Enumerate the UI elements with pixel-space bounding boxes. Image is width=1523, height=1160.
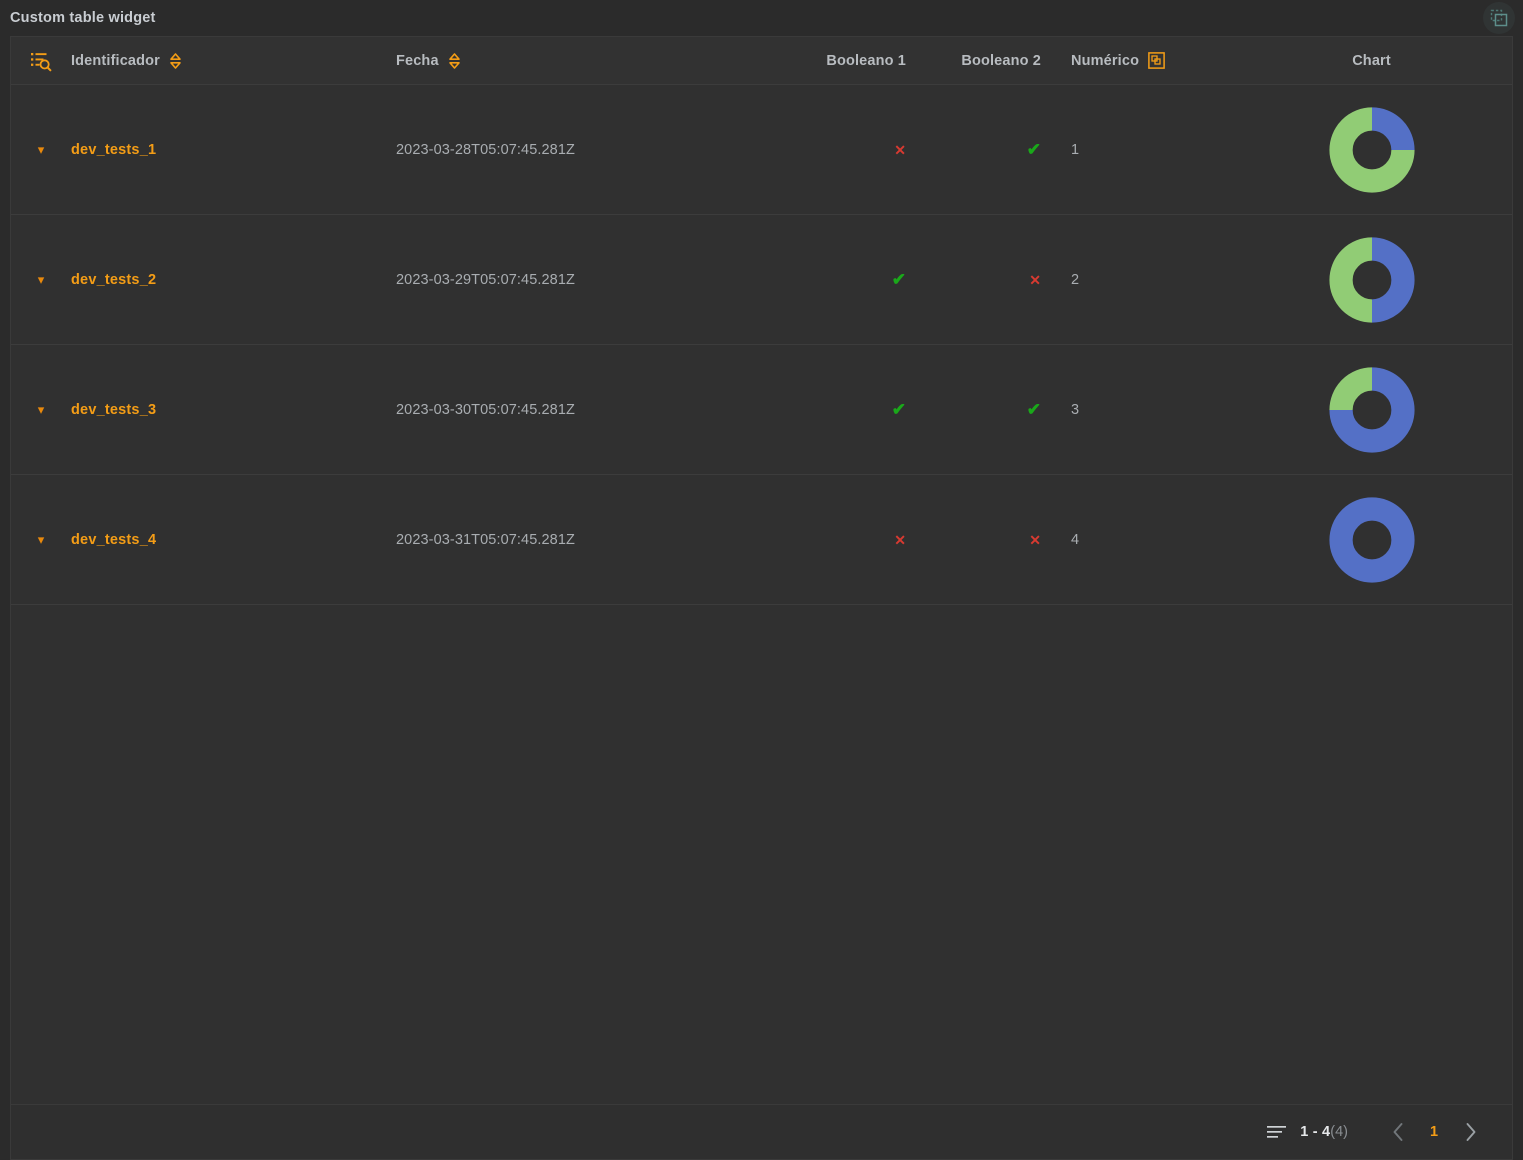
table-header-row: Identificador Fecha Booleano 1 Booleano … [11, 37, 1512, 85]
row-chart-cell [1231, 106, 1512, 193]
column-header-chart-label: Chart [1352, 52, 1391, 69]
boolean-false-icon: ✕ [1029, 271, 1041, 288]
pagination-next-button[interactable] [1450, 1112, 1490, 1152]
chevron-down-icon[interactable]: ▾ [38, 403, 45, 416]
row-boolean1-cell: ✔ [776, 271, 906, 288]
row-identifier-cell: dev_tests_3 [71, 402, 396, 418]
row-boolean2-cell: ✕ [906, 273, 1041, 287]
table-body: ▾ dev_tests_1 2023-03-28T05:07:45.281Z ✕… [11, 85, 1512, 1104]
row-date-value: 2023-03-30T05:07:45.281Z [396, 401, 575, 418]
boolean-false-icon: ✕ [894, 531, 906, 548]
row-chart-cell [1231, 496, 1512, 583]
page-title: Custom table widget [10, 10, 156, 26]
chevron-right-icon [1466, 1123, 1475, 1141]
row-date-cell: 2023-03-30T05:07:45.281Z [396, 402, 776, 418]
row-expand-cell[interactable]: ▾ [11, 533, 71, 546]
sort-icon[interactable] [169, 52, 182, 70]
column-header-booleano-1: Booleano 1 [776, 53, 906, 69]
pagination-prev-button[interactable] [1378, 1112, 1418, 1152]
row-identifier-link[interactable]: dev_tests_2 [71, 272, 156, 288]
row-numeric-value: 2 [1071, 271, 1080, 288]
donut-chart [1328, 106, 1415, 193]
chevron-updown-icon [170, 52, 181, 69]
chevron-down-icon[interactable]: ▾ [38, 273, 45, 286]
table-footer: 1 - 4 (4) 1 [10, 1104, 1513, 1160]
donut-chart [1328, 366, 1415, 453]
table-row[interactable]: ▾ dev_tests_3 2023-03-30T05:07:45.281Z ✔… [11, 345, 1512, 475]
row-numeric-value: 1 [1071, 141, 1080, 158]
row-numeric-cell: 4 [1041, 532, 1231, 548]
column-header-identificador[interactable]: Identificador [71, 52, 396, 70]
column-header-fecha[interactable]: Fecha [396, 52, 776, 70]
row-expand-cell[interactable]: ▾ [11, 143, 71, 156]
duplicate-widget-button[interactable] [1483, 2, 1515, 34]
row-identifier-cell: dev_tests_4 [71, 532, 396, 548]
table-row[interactable]: ▾ dev_tests_1 2023-03-28T05:07:45.281Z ✕… [11, 85, 1512, 215]
row-identifier-cell: dev_tests_1 [71, 142, 396, 158]
boolean-true-icon: ✔ [1026, 400, 1041, 419]
donut-chart [1328, 496, 1415, 583]
row-chart-cell [1231, 366, 1512, 453]
custom-table-widget: Custom table widget Identificador Fecha … [0, 0, 1523, 1160]
row-numeric-cell: 1 [1041, 142, 1231, 158]
copy-duplicate-icon [1490, 9, 1508, 27]
chevron-left-icon [1393, 1123, 1402, 1141]
pagination-page-1[interactable]: 1 [1418, 1124, 1450, 1140]
row-date-value: 2023-03-31T05:07:45.281Z [396, 531, 575, 548]
sort-icon[interactable] [448, 52, 461, 70]
pagination-range: 1 - 4 [1300, 1124, 1331, 1140]
row-boolean1-cell: ✔ [776, 401, 906, 418]
column-header-booleano-2: Booleano 2 [906, 53, 1041, 69]
boolean-true-icon: ✔ [1026, 140, 1041, 159]
data-table: Identificador Fecha Booleano 1 Booleano … [10, 36, 1513, 1104]
row-date-value: 2023-03-29T05:07:45.281Z [396, 271, 575, 288]
row-identifier-link[interactable]: dev_tests_1 [71, 142, 156, 158]
row-boolean2-cell: ✕ [906, 533, 1041, 547]
column-header-identificador-label: Identificador [71, 52, 160, 69]
row-numeric-value: 4 [1071, 531, 1080, 548]
pagination-total: (4) [1330, 1124, 1348, 1140]
row-boolean2-cell: ✔ [906, 141, 1041, 158]
row-chart-cell [1231, 236, 1512, 323]
column-header-numerico: Numérico [1041, 52, 1231, 69]
column-header-booleano-1-label: Booleano 1 [826, 52, 906, 69]
rows-per-page-icon [1267, 1126, 1287, 1138]
list-search-icon [31, 52, 52, 71]
widget-titlebar: Custom table widget [0, 0, 1523, 36]
aggregate-icon [1148, 52, 1165, 69]
row-boolean1-cell: ✕ [776, 533, 906, 547]
chevron-down-icon[interactable]: ▾ [38, 533, 45, 546]
row-numeric-cell: 3 [1041, 402, 1231, 418]
chevron-updown-icon [448, 52, 460, 69]
boolean-false-icon: ✕ [894, 141, 906, 158]
row-numeric-value: 3 [1071, 401, 1080, 418]
table-row[interactable]: ▾ dev_tests_4 2023-03-31T05:07:45.281Z ✕… [11, 475, 1512, 605]
titlebar-actions [1483, 2, 1515, 34]
row-expand-cell[interactable]: ▾ [11, 273, 71, 286]
chevron-down-icon[interactable]: ▾ [38, 143, 45, 156]
column-header-expand[interactable] [11, 50, 71, 72]
row-identifier-link[interactable]: dev_tests_4 [71, 532, 156, 548]
column-header-numerico-label: Numérico [1071, 52, 1140, 69]
column-header-fecha-label: Fecha [396, 52, 439, 69]
row-date-value: 2023-03-28T05:07:45.281Z [396, 141, 575, 158]
row-date-cell: 2023-03-29T05:07:45.281Z [396, 272, 776, 288]
boolean-false-icon: ✕ [1029, 531, 1041, 548]
aggregate-button[interactable] [1148, 52, 1165, 69]
boolean-true-icon: ✔ [891, 400, 906, 419]
row-expand-cell[interactable]: ▾ [11, 403, 71, 416]
row-identifier-link[interactable]: dev_tests_3 [71, 402, 156, 418]
donut-chart [1329, 236, 1414, 323]
row-boolean2-cell: ✔ [906, 401, 1041, 418]
table-row[interactable]: ▾ dev_tests_2 2023-03-29T05:07:45.281Z ✔… [11, 215, 1512, 345]
row-identifier-cell: dev_tests_2 [71, 272, 396, 288]
column-header-booleano-2-label: Booleano 2 [961, 52, 1041, 69]
row-date-cell: 2023-03-28T05:07:45.281Z [396, 142, 776, 158]
rows-per-page-button[interactable] [1267, 1125, 1287, 1139]
row-date-cell: 2023-03-31T05:07:45.281Z [396, 532, 776, 548]
boolean-true-icon: ✔ [891, 270, 906, 289]
column-header-chart: Chart [1231, 53, 1512, 69]
row-boolean1-cell: ✕ [776, 143, 906, 157]
row-numeric-cell: 2 [1041, 272, 1231, 288]
